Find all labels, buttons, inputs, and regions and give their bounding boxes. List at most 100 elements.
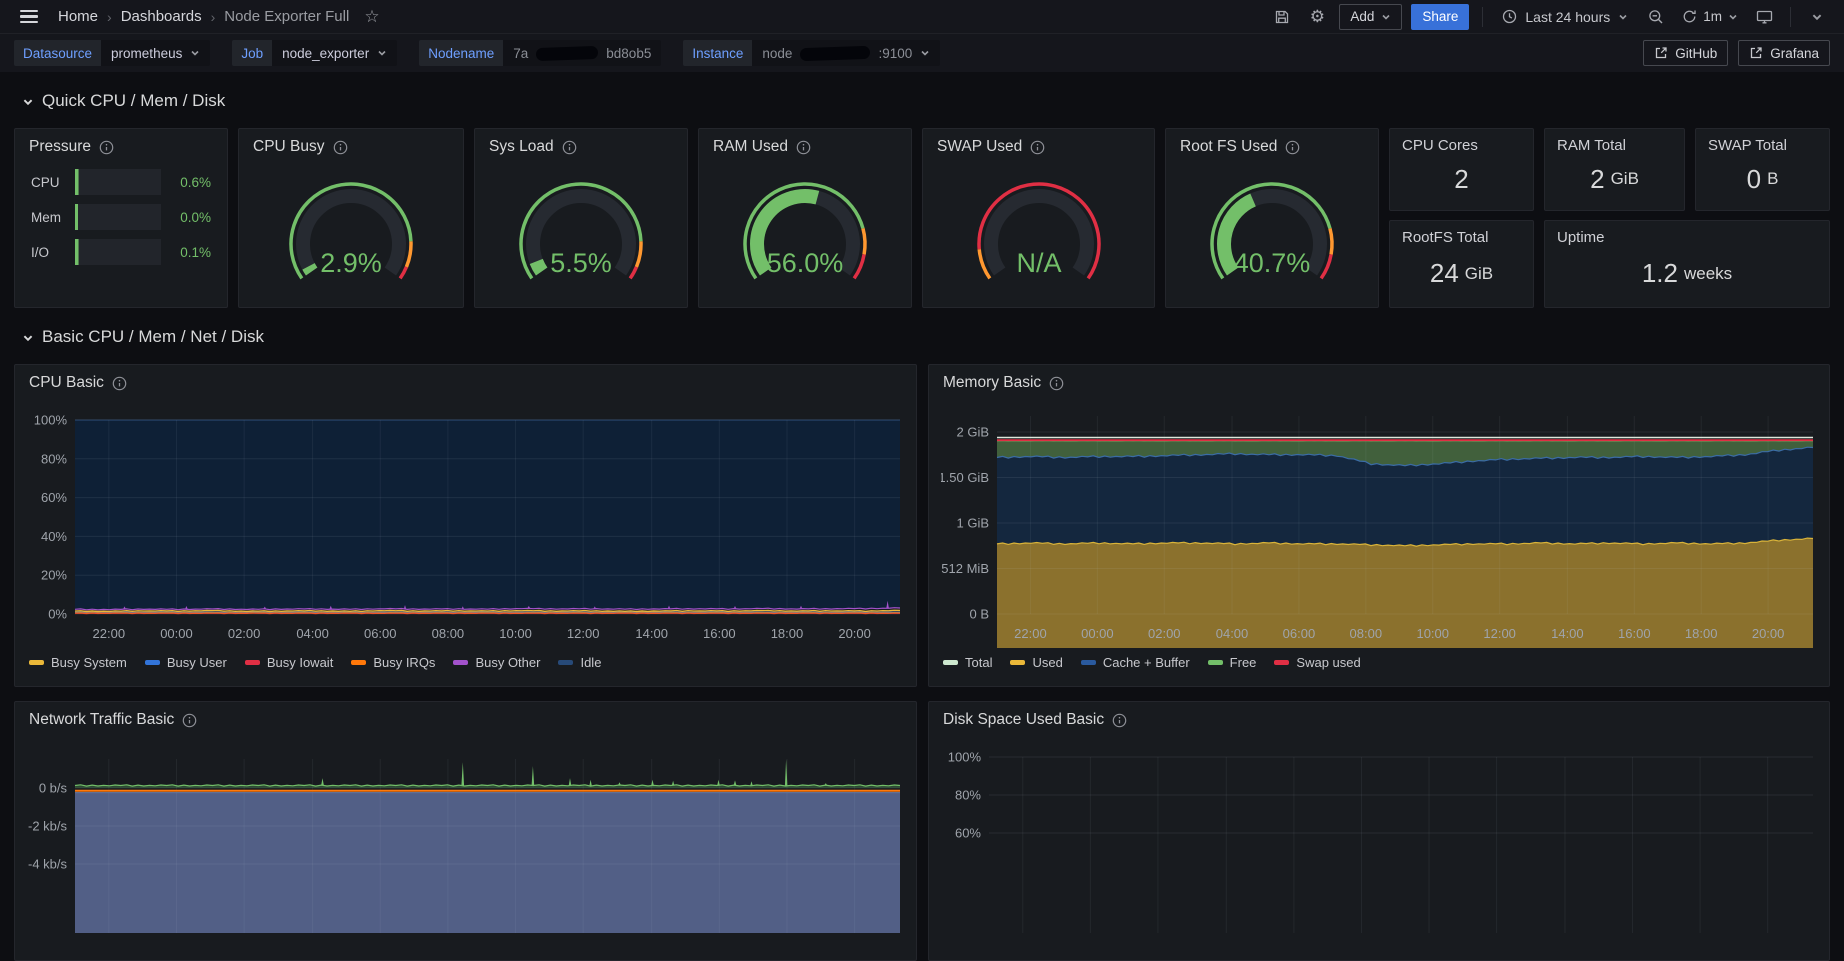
info-icon[interactable]	[333, 140, 348, 155]
nodename-input[interactable]: 7a bd8ob5	[503, 40, 662, 66]
favorite-star-icon[interactable]: ☆	[364, 7, 379, 27]
quick-row: Pressure CPU 0.6% Mem 0.0% I/O 0.1% CPU …	[14, 128, 1830, 308]
info-icon[interactable]	[99, 140, 114, 155]
svg-text:10:00: 10:00	[1416, 626, 1449, 641]
legend-item[interactable]: Total	[943, 655, 992, 670]
svg-text:512 MiB: 512 MiB	[941, 561, 989, 576]
legend-item[interactable]: Busy User	[144, 655, 227, 670]
breadcrumb-separator: ›	[210, 8, 216, 25]
svg-text:14:00: 14:00	[1551, 626, 1584, 641]
legend-item[interactable]: Swap used	[1274, 655, 1361, 670]
time-range-picker[interactable]: Last 24 hours	[1496, 4, 1634, 30]
svg-text:00:00: 00:00	[160, 626, 193, 641]
pressure-row-mem: Mem 0.0%	[31, 204, 211, 230]
panel-title[interactable]: Uptime	[1545, 221, 1829, 246]
panel-swap-total: SWAP Total 0B	[1695, 128, 1830, 211]
stat-unit: GiB	[1610, 169, 1639, 188]
legend-item[interactable]: Used	[1010, 655, 1063, 670]
info-icon[interactable]	[1112, 713, 1127, 728]
info-icon[interactable]	[796, 140, 811, 155]
legend-item[interactable]: Busy IRQs	[351, 655, 435, 670]
svg-text:16:00: 16:00	[1618, 626, 1651, 641]
panel-title[interactable]: SWAP Total	[1696, 129, 1829, 154]
svg-text:18:00: 18:00	[1685, 626, 1718, 641]
basic-row-2: Network Traffic Basic 0 b/s -2 kb/s -4 kb/…	[14, 701, 1830, 961]
svg-text:56.0%: 56.0%	[767, 248, 844, 278]
chart-legend: Total Used Cache + Buffer Free Swap used	[929, 653, 1829, 670]
info-icon[interactable]	[1049, 376, 1064, 391]
svg-text:60%: 60%	[955, 826, 981, 841]
legend-item[interactable]: Idle	[558, 655, 601, 670]
panel-title[interactable]: RootFS Total	[1390, 221, 1488, 246]
variable-label: Nodename	[419, 40, 504, 66]
svg-text:10:00: 10:00	[499, 626, 532, 641]
svg-text:1.50 GiB: 1.50 GiB	[941, 470, 989, 485]
share-button[interactable]: Share	[1411, 3, 1470, 30]
gauge: N/A	[923, 160, 1154, 300]
panel-pressure: Pressure CPU 0.6% Mem 0.0% I/O 0.1%	[14, 128, 228, 308]
clock-icon	[1503, 9, 1517, 24]
pressure-value: 0.1%	[180, 244, 211, 260]
breadcrumb-home[interactable]: Home	[58, 8, 98, 25]
info-icon[interactable]	[112, 376, 127, 391]
stat-value: 2	[1590, 163, 1605, 194]
menu-icon[interactable]	[14, 6, 44, 27]
section-quick-cpu-mem-disk[interactable]: Quick CPU / Mem / Disk	[22, 86, 1844, 116]
pressure-value: 0.0%	[180, 209, 211, 225]
legend-swatch	[1010, 660, 1026, 665]
svg-text:14:00: 14:00	[635, 626, 668, 641]
pressure-label: I/O	[31, 244, 50, 260]
info-icon[interactable]	[1030, 140, 1045, 155]
section-basic-cpu-mem-net-disk[interactable]: Basic CPU / Mem / Net / Disk	[22, 322, 1844, 352]
panel-title[interactable]: RAM Used	[713, 138, 788, 156]
zoom-out-time-icon[interactable]	[1643, 4, 1669, 30]
svg-text:60%: 60%	[41, 490, 67, 505]
panel-title[interactable]: CPU Basic	[29, 374, 104, 392]
legend-item[interactable]: Busy System	[29, 655, 127, 670]
panel-title[interactable]: CPU Cores	[1390, 129, 1533, 154]
settings-gear-icon[interactable]: ⚙	[1304, 4, 1330, 30]
panel-title[interactable]: Memory Basic	[943, 374, 1041, 392]
basic-row-1: CPU Basic 100% 80% 60% 40% 20% 0% 22:00 00:00 02…	[14, 364, 1830, 687]
legend-item[interactable]: Cache + Buffer	[1080, 655, 1190, 670]
legend-swatch	[29, 660, 44, 665]
panel-title[interactable]: CPU Busy	[253, 138, 325, 156]
panel-title[interactable]: SWAP Used	[937, 138, 1022, 156]
save-dashboard-icon[interactable]	[1269, 4, 1295, 30]
grafana-link-button[interactable]: Grafana	[1738, 40, 1830, 66]
toolbar-caret-icon[interactable]	[1804, 4, 1830, 30]
gauge: 2.9%	[239, 160, 463, 300]
svg-text:20:00: 20:00	[838, 626, 871, 641]
kiosk-monitor-icon[interactable]	[1751, 4, 1777, 30]
gauge: 5.5%	[475, 160, 687, 300]
legend-swatch	[1080, 660, 1096, 665]
disk-space-used-basic-chart[interactable]: 100% 80% 60%	[929, 733, 1829, 938]
legend-item[interactable]: Busy Other	[453, 655, 540, 670]
info-icon[interactable]	[182, 713, 197, 728]
info-icon[interactable]	[562, 140, 577, 155]
stat-value: 24	[1429, 258, 1459, 288]
datasource-select[interactable]: prometheus	[101, 40, 211, 66]
legend-item[interactable]: Free	[1207, 655, 1256, 670]
refresh-picker[interactable]: 1m	[1678, 4, 1742, 30]
instance-select[interactable]: node:9100	[752, 40, 941, 66]
network-traffic-basic-chart[interactable]: 0 b/s -2 kb/s -4 kb/s	[15, 733, 916, 938]
panel-title[interactable]: Sys Load	[489, 138, 554, 156]
panel-title[interactable]: Disk Space Used Basic	[943, 711, 1104, 729]
panel-title[interactable]: Network Traffic Basic	[29, 711, 174, 729]
github-link-button[interactable]: GitHub	[1643, 40, 1729, 66]
legend-swatch	[453, 660, 469, 665]
stat-value: 1.2	[1641, 258, 1678, 288]
cpu-basic-chart[interactable]: 100% 80% 60% 40% 20% 0% 22:00 00:00 02:00 04:00 06…	[15, 396, 916, 653]
breadcrumb-separator: ›	[107, 8, 112, 25]
legend-item[interactable]: Busy Iowait	[244, 655, 333, 670]
breadcrumb-dashboards[interactable]: Dashboards	[121, 8, 202, 25]
job-select[interactable]: node_exporter	[272, 40, 398, 66]
panel-title[interactable]: Root FS Used	[1180, 138, 1277, 156]
add-button[interactable]: Add	[1339, 3, 1403, 30]
memory-basic-chart[interactable]: 2 GiB 1.50 GiB 1 GiB 512 MiB 0 B 22:00 00:00 02…	[929, 396, 1829, 653]
panel-title[interactable]: Pressure	[29, 138, 91, 156]
info-icon[interactable]	[1285, 140, 1300, 155]
panel-title[interactable]: RAM Total	[1545, 129, 1684, 154]
panel-ram-used: RAM Used 56.0%	[698, 128, 912, 308]
